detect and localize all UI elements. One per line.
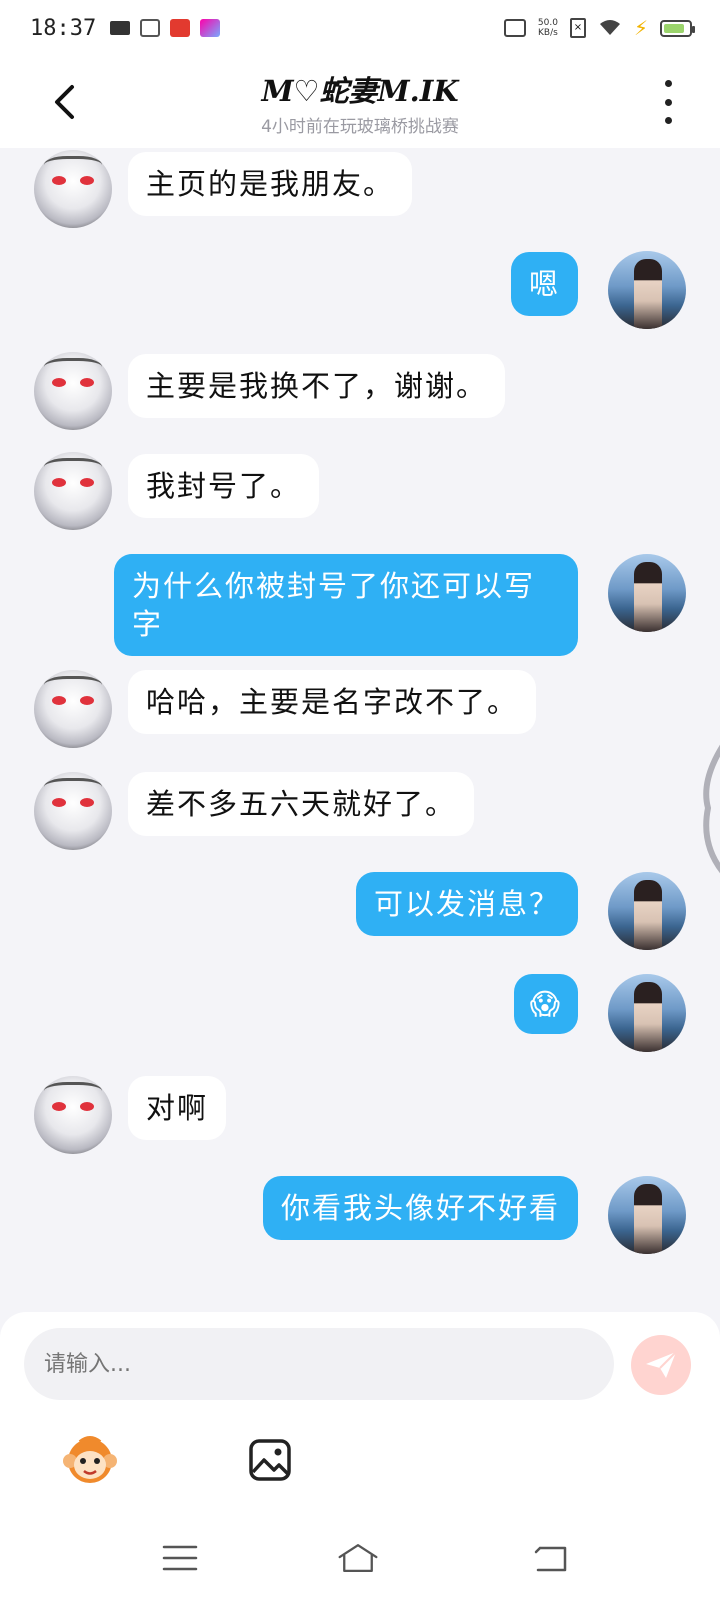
message-row: 主要是我换不了，谢谢。 [0, 352, 720, 432]
vibrate-icon [503, 19, 526, 37]
message-bubble-sent: 可以发消息？ [355, 872, 578, 936]
system-back-button[interactable] [528, 1540, 572, 1576]
sim-icon: × [569, 18, 586, 38]
message-bubble-received: 主页的是我朋友。 [128, 152, 413, 216]
app-notification-icon [140, 19, 161, 37]
network-speed: 50.0 KB/s [538, 18, 558, 38]
chat-title-area[interactable]: M♡蛇妻M.IK 4小时前在玩玻璃桥挑战赛 [261, 68, 459, 137]
message-bubble-sent: 为什么你被封号了你还可以写字 [114, 554, 578, 656]
image-button[interactable] [248, 1438, 292, 1482]
message-row: 可以发消息？ [0, 872, 720, 952]
my-avatar[interactable] [608, 974, 686, 1052]
message-row: 对啊 [0, 1076, 720, 1156]
message-bubble-received: 对啊 [128, 1076, 227, 1140]
more-options-button[interactable] [656, 80, 680, 124]
home-button[interactable] [336, 1540, 380, 1576]
my-avatar[interactable] [608, 872, 686, 950]
message-bubble-sent: 你看我头像好不好看 [262, 1176, 578, 1240]
message-bubble-sent: 😱 [513, 974, 578, 1034]
message-bubble-received: 我封号了。 [128, 454, 320, 518]
image-icon [249, 1439, 291, 1481]
network-speed-value: 50.0 [537, 18, 558, 28]
dot [664, 98, 672, 106]
send-button[interactable] [631, 1335, 691, 1395]
message-row: 你看我头像好不好看 [0, 1176, 720, 1256]
menu-icon [162, 1545, 198, 1571]
send-icon [646, 1351, 677, 1378]
message-row: 哈哈，主要是名字改不了。 [0, 670, 720, 750]
floating-side-handle[interactable] [698, 738, 720, 878]
message-row: 嗯 [0, 248, 720, 329]
message-bubble-sent: 嗯 [510, 252, 578, 316]
my-avatar[interactable] [608, 251, 686, 329]
app-notification-icon [170, 19, 191, 37]
video-camera-icon [110, 21, 131, 35]
contact-name: M♡蛇妻M.IK [261, 73, 459, 108]
message-bubble-received: 差不多五六天就好了。 [128, 772, 475, 836]
message-row: 主页的是我朋友。 [0, 148, 720, 228]
message-row: 我封号了。 [0, 452, 720, 532]
message-list[interactable]: 主页的是我朋友。 嗯 主要是我换不了，谢谢。 我封号了。 为什么你被封号了你还可… [0, 148, 720, 1313]
my-avatar[interactable] [608, 1176, 686, 1254]
contact-avatar[interactable] [34, 670, 112, 748]
emoji-button[interactable] [62, 1434, 118, 1486]
contact-status: 4小时前在玩玻璃桥挑战赛 [261, 116, 459, 137]
message-bubble-received: 主要是我换不了，谢谢。 [128, 354, 506, 418]
my-avatar[interactable] [608, 554, 686, 632]
contact-avatar[interactable] [34, 1076, 112, 1154]
network-speed-unit: KB/s [538, 28, 558, 38]
contact-avatar[interactable] [34, 452, 112, 530]
recent-apps-button[interactable] [158, 1540, 202, 1576]
status-time: 18:37 [30, 15, 97, 41]
monkey-emoji-icon [63, 1436, 117, 1483]
battery-icon [660, 19, 695, 37]
message-row: 😱 [0, 974, 720, 1054]
message-row: 差不多五六天就好了。 [0, 772, 720, 852]
dot [664, 117, 672, 124]
charging-icon: ⚡ [633, 16, 648, 40]
message-row: 为什么你被封号了你还可以写字 [0, 554, 720, 656]
system-nav-bar [0, 1512, 720, 1606]
chat-header: M♡蛇妻M.IK 4小时前在玩玻璃桥挑战赛 [0, 56, 720, 148]
app-notification-icon [200, 19, 221, 37]
home-icon [338, 1544, 378, 1572]
message-bubble-received: 哈哈，主要是名字改不了。 [128, 670, 537, 734]
status-bar: 18:37 50.0 KB/s × ⚡ [0, 0, 720, 56]
message-input[interactable] [24, 1328, 614, 1400]
contact-avatar[interactable] [34, 772, 112, 850]
back-button[interactable] [44, 82, 84, 122]
compose-area [0, 1312, 720, 1512]
chevron-left-icon [55, 85, 74, 119]
wifi-icon [599, 20, 620, 35]
more-vertical-icon [664, 80, 672, 87]
contact-avatar[interactable] [34, 150, 112, 228]
contact-avatar[interactable] [34, 352, 112, 430]
back-arrow-icon [534, 1546, 567, 1572]
